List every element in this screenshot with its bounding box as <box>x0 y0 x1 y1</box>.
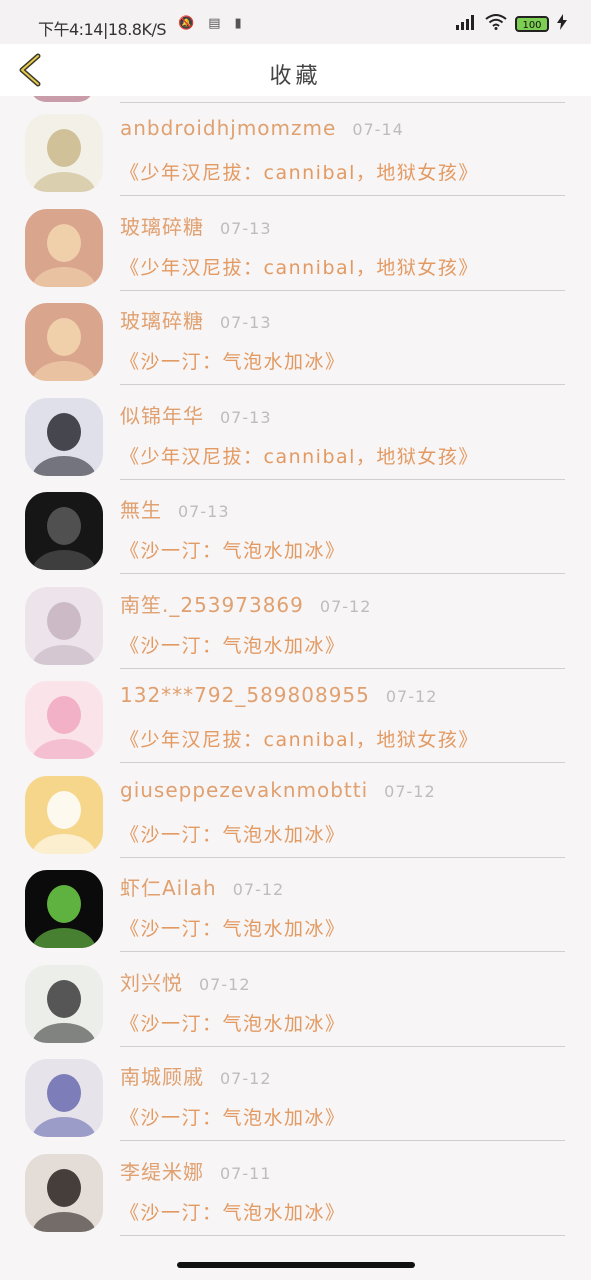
list-item[interactable]: 似锦年华 07-13 《少年汉尼拔：cannibal，地狱女孩》 <box>0 386 591 480</box>
date: 07-12 <box>319 596 372 616</box>
song-title[interactable]: 《沙一汀：气泡水加冰》 <box>120 914 346 941</box>
item-meta: 李缇米娜 07-11 <box>120 1156 272 1185</box>
list-item[interactable]: 南城顾戚 07-12 《沙一汀：气泡水加冰》 <box>0 1047 591 1141</box>
song-title[interactable]: 《少年汉尼拔：cannibal，地狱女孩》 <box>120 158 479 185</box>
item-meta: 刘兴悦 07-12 <box>120 967 251 996</box>
avatar[interactable] <box>25 208 103 287</box>
username[interactable]: 虾仁Ailah <box>120 872 217 901</box>
app-header: 收藏 <box>0 44 591 96</box>
song-title[interactable]: 《沙一汀：气泡水加冰》 <box>120 820 346 847</box>
avatar[interactable] <box>25 114 103 192</box>
date: 07-12 <box>220 1069 272 1088</box>
song-title[interactable]: 《沙一汀：气泡水加冰》 <box>120 631 346 658</box>
list-item[interactable]: 無生 07-13 《沙一汀：气泡水加冰》 <box>0 480 591 574</box>
signal-icon <box>455 14 477 34</box>
date: 07-14 <box>352 120 404 139</box>
list-item[interactable]: 132***792_589808955 07-12 《少年汉尼拔：canniba… <box>0 669 591 763</box>
notification-icons: 🔕 ▤ ▮ <box>178 16 242 31</box>
item-meta: 玻璃碎糖 07-13 <box>120 305 272 334</box>
username[interactable]: 玻璃碎糖 <box>120 211 204 240</box>
song-title[interactable]: 《沙一汀：气泡水加冰》 <box>120 1198 346 1225</box>
wifi-icon <box>485 14 507 34</box>
avatar[interactable] <box>25 1153 103 1232</box>
date: 07-12 <box>232 880 285 899</box>
username[interactable]: 132***792_589808955 <box>120 683 370 707</box>
avatar[interactable] <box>25 870 103 948</box>
song-title[interactable]: 《沙一汀：气泡水加冰》 <box>120 536 346 563</box>
date: 07-12 <box>384 781 436 801</box>
item-meta: 似锦年华 07-13 <box>120 400 272 429</box>
username[interactable]: anbdroidhjmomzme <box>120 116 336 140</box>
song-title[interactable]: 《沙一汀：气泡水加冰》 <box>120 1009 346 1036</box>
status-bar: 下午4:14|18.8K/S 🔕 ▤ ▮ 100 <box>0 0 591 44</box>
song-title[interactable]: 《少年汉尼拔：cannibal，地狱女孩》 <box>120 725 479 752</box>
system-icons: 100 <box>455 14 567 34</box>
favorites-list[interactable]: anbdroidhjmomzme 07-14 《少年汉尼拔：cannibal，地… <box>0 96 591 1256</box>
network-speed: 18.8K/S <box>107 20 167 39</box>
item-meta: 虾仁Ailah 07-12 <box>120 872 284 901</box>
list-item[interactable]: 虾仁Ailah 07-12 《沙一汀：气泡水加冰》 <box>0 858 591 952</box>
date: 07-12 <box>199 974 251 994</box>
date: 07-13 <box>220 218 272 238</box>
list-divider <box>120 1234 565 1236</box>
message-icon: ▤ <box>208 16 221 31</box>
silent-icon: 🔕 <box>178 16 195 31</box>
username[interactable]: 刘兴悦 <box>120 967 183 996</box>
date: 07-13 <box>220 313 272 332</box>
list-item[interactable]: giuseppezevaknmobtti 07-12 《沙一汀：气泡水加冰》 <box>0 764 591 858</box>
list-item[interactable]: anbdroidhjmomzme 07-14 《少年汉尼拔：cannibal，地… <box>0 102 591 196</box>
item-meta: giuseppezevaknmobtti 07-12 <box>120 778 436 802</box>
username[interactable]: giuseppezevaknmobtti <box>120 778 368 802</box>
date: 07-13 <box>220 407 272 427</box>
avatar[interactable] <box>25 303 103 381</box>
avatar[interactable] <box>25 492 103 570</box>
username[interactable]: 南城顾戚 <box>120 1061 204 1090</box>
clock: 下午4:14 <box>38 20 103 39</box>
avatar[interactable] <box>25 1059 103 1137</box>
item-meta: anbdroidhjmomzme 07-14 <box>120 116 404 140</box>
item-meta: 南笙._253973869 07-12 <box>120 589 371 618</box>
list-item[interactable]: 玻璃碎糖 07-13 《少年汉尼拔：cannibal，地狱女孩》 <box>0 197 591 291</box>
battery-icon: 100 <box>515 16 549 32</box>
item-meta: 南城顾戚 07-12 <box>120 1061 272 1090</box>
song-title[interactable]: 《沙一汀：气泡水加冰》 <box>120 1103 346 1130</box>
date: 07-13 <box>178 502 230 521</box>
username[interactable]: 無生 <box>120 494 162 523</box>
list-item[interactable]: 李缇米娜 07-11 《沙一汀：气泡水加冰》 <box>0 1142 591 1236</box>
avatar[interactable] <box>25 586 103 665</box>
item-meta: 無生 07-13 <box>120 494 230 523</box>
avatar[interactable] <box>25 964 103 1043</box>
date: 07-12 <box>385 687 438 706</box>
list-item[interactable]: 刘兴悦 07-12 《沙一汀：气泡水加冰》 <box>0 953 591 1047</box>
page-title: 收藏 <box>269 64 322 89</box>
app-icon: ▮ <box>234 16 242 31</box>
avatar[interactable] <box>25 775 103 854</box>
status-time: 下午4:14|18.8K/S <box>38 16 167 40</box>
home-indicator[interactable] <box>177 1262 415 1268</box>
username[interactable]: 南笙._253973869 <box>120 589 304 618</box>
avatar[interactable] <box>25 397 103 476</box>
username[interactable]: 似锦年华 <box>120 400 204 429</box>
charging-icon <box>557 14 567 34</box>
list-item[interactable]: 南笙._253973869 07-12 《沙一汀：气泡水加冰》 <box>0 575 591 669</box>
song-title[interactable]: 《少年汉尼拔：cannibal，地狱女孩》 <box>120 442 479 469</box>
date: 07-11 <box>220 1163 272 1183</box>
song-title[interactable]: 《少年汉尼拔：cannibal，地狱女孩》 <box>120 253 479 280</box>
item-meta: 玻璃碎糖 07-13 <box>120 211 272 240</box>
avatar[interactable] <box>25 681 103 759</box>
list-item[interactable]: 玻璃碎糖 07-13 《沙一汀：气泡水加冰》 <box>0 291 591 385</box>
username[interactable]: 玻璃碎糖 <box>120 305 204 334</box>
song-title[interactable]: 《沙一汀：气泡水加冰》 <box>120 347 346 374</box>
item-meta: 132***792_589808955 07-12 <box>120 683 437 707</box>
username[interactable]: 李缇米娜 <box>120 1156 204 1185</box>
